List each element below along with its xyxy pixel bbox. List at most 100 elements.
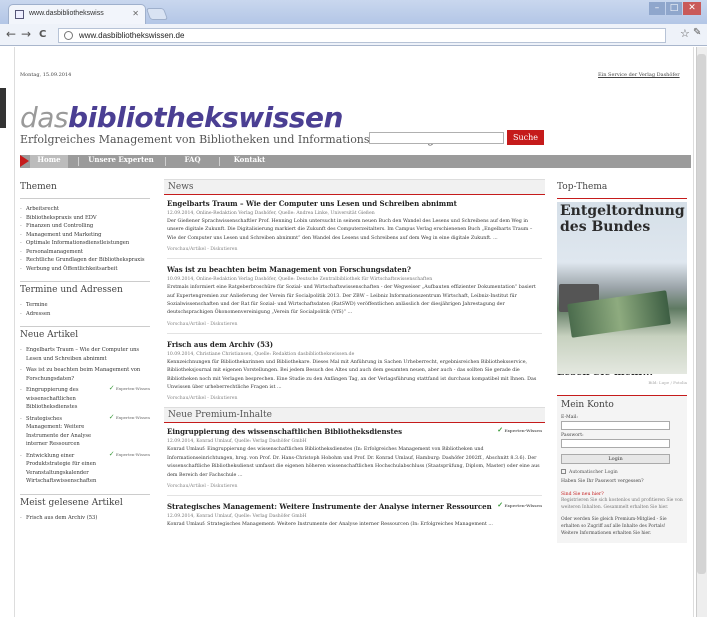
maximize-icon[interactable]: □: [666, 2, 682, 15]
themen-link[interactable]: Werbung und Öffentlichkeitsarbeit: [20, 265, 150, 274]
news-article: Was ist zu beachten beim Management von …: [164, 261, 545, 334]
meist-gelesen-link[interactable]: Frisch aus dem Archiv (53): [20, 514, 150, 523]
right-sidebar: Top-Thema Entgeltordnung des Bundes Lese…: [557, 179, 687, 543]
check-icon: ✓: [497, 500, 504, 510]
email-label: E-Mail:: [561, 415, 578, 420]
news-heading: News: [164, 179, 545, 194]
date-text: Montag, 15.09.2014: [20, 72, 72, 78]
scrollbar-thumb[interactable]: [697, 54, 706, 574]
minimize-icon[interactable]: –: [649, 2, 665, 15]
article-teaser: Konrad Umlauf: Eingruppierung des wissen…: [167, 447, 540, 478]
search-input[interactable]: [369, 132, 504, 144]
neue-artikel-heading: Neue Artikel: [20, 330, 79, 340]
browser-tab[interactable]: www.dasbibliothekswiss ✕: [8, 4, 146, 24]
premium-article: Eingruppierung des wissenschaftlichen Bi…: [164, 423, 545, 497]
themen-link[interactable]: Optimale Informationsdienstleistungen: [20, 239, 150, 248]
premium-article-title[interactable]: Strategisches Management: Weitere Instru…: [167, 500, 542, 511]
article-meta: 12.09.2014, Konrad Umlauf, Quelle: Verla…: [167, 439, 307, 445]
service-link[interactable]: Ein Service der Verlag Dashöfer: [598, 72, 680, 79]
forgot-password-link[interactable]: Haben Sie Ihr Passwort vergessen?: [561, 479, 683, 484]
url-field[interactable]: www.dasbibliothekswissen.de: [58, 28, 666, 43]
experten-badge: ✓ Experten-Wissen: [108, 449, 150, 458]
article-meta: 12.09.2014, Online-Redaktion Verlag Dash…: [167, 211, 375, 216]
logo-prefix: das: [20, 101, 69, 134]
experten-badge: ✓ Experten-Wissen: [497, 500, 542, 510]
article-more-link[interactable]: Vorschau/Artikel - Diskutieren: [167, 396, 542, 401]
themen-link[interactable]: Finanzen und Controlling: [20, 222, 150, 231]
globe-icon: [64, 31, 73, 40]
themen-link[interactable]: Personalmanagement: [20, 248, 150, 257]
neue-artikel-link[interactable]: Was ist zu beachten beim Management von …: [20, 366, 150, 383]
nav-kontakt[interactable]: Kontakt: [222, 155, 277, 168]
premium-member-text: Oder werden Sie gleich Premium-Mitglied …: [561, 517, 667, 536]
wrench-icon[interactable]: ✎: [693, 27, 701, 38]
news-article: Engelbarts Traum – Wie der Computer uns …: [164, 195, 545, 260]
window-edge-marker: [0, 88, 6, 128]
experten-badge: ✓ Experten-Wissen: [108, 384, 150, 392]
article-title[interactable]: Engelbarts Traum – Wie der Computer uns …: [167, 199, 542, 208]
themen-link[interactable]: Bibliothekspraxis und EDV: [20, 214, 150, 223]
tab-title: www.dasbibliothekswiss: [29, 10, 104, 17]
close-window-icon[interactable]: ✕: [683, 2, 701, 15]
new-tab-button[interactable]: [145, 8, 169, 20]
themen-heading: Themen: [20, 182, 57, 192]
nav-arrow-icon: [20, 155, 29, 167]
article-meta: 12.09.2014, Konrad Umlauf, Quelle: Verla…: [167, 514, 307, 520]
reload-icon[interactable]: C: [39, 29, 46, 40]
article-title[interactable]: Frisch aus dem Archiv (53): [167, 340, 542, 349]
forward-icon[interactable]: →: [21, 27, 31, 41]
premium-article-title[interactable]: Eingruppierung des wissenschaftlichen Bi…: [167, 425, 542, 436]
termine-link[interactable]: Termine: [20, 301, 150, 310]
email-field[interactable]: [561, 421, 670, 430]
termine-link[interactable]: Adressen: [20, 310, 150, 319]
window-controls: – □ ✕: [649, 2, 701, 15]
termine-heading: Termine und Adressen: [20, 285, 123, 295]
themen-link[interactable]: Arbeitsrecht: [20, 205, 150, 214]
auto-login-checkbox[interactable]: Automatischer Login: [561, 469, 683, 475]
close-tab-icon[interactable]: ✕: [132, 9, 139, 18]
article-more-link[interactable]: Vorschau/Artikel - Diskutieren: [167, 322, 542, 327]
experten-badge: ✓ Experten-Wissen: [497, 425, 542, 435]
password-label: Passwort:: [561, 433, 584, 438]
article-teaser: Erstmals informiert eine Ratgeberbroschü…: [167, 285, 536, 316]
password-field[interactable]: [561, 439, 670, 448]
article-title[interactable]: Was ist zu beachten beim Management von …: [167, 265, 542, 274]
login-button[interactable]: Login: [561, 454, 670, 464]
nav-faq[interactable]: FAQ: [170, 155, 215, 168]
neue-artikel-link[interactable]: Engelbarts Traum – Wie der Computer uns …: [20, 346, 150, 363]
topthema-headline: Entgeltordnung des Bundes: [560, 203, 685, 235]
article-more-link[interactable]: Vorschau/Artikel - Diskutieren: [167, 484, 542, 489]
article-teaser: Konrad Umlauf: Strategisches Management:…: [167, 522, 493, 528]
konto-heading: Mein Konto: [561, 400, 614, 410]
logo-main: bibliothekswissen: [68, 101, 343, 134]
check-icon: ✓: [108, 449, 115, 458]
experten-badge: ✓ Experten-Wissen: [108, 412, 150, 421]
check-icon: ✓: [108, 384, 115, 392]
meist-gelesen-heading: Meist gelesene Artikel: [20, 497, 123, 508]
nav-home[interactable]: Home: [30, 155, 68, 168]
bookmark-star-icon[interactable]: ☆: [680, 27, 690, 40]
site-logo[interactable]: dasbibliothekswissen: [20, 104, 343, 132]
themen-link[interactable]: Management und Marketing: [20, 231, 150, 240]
news-article: Frisch aus dem Archiv (53) 10.09.2014, C…: [164, 336, 545, 402]
main-content: News Engelbarts Traum – Wie der Computer…: [164, 179, 545, 530]
back-icon[interactable]: ←: [6, 27, 16, 41]
search-button[interactable]: Suche: [507, 130, 544, 145]
article-teaser: Kennzeichnungen für Bibliothekarinnen un…: [167, 359, 537, 391]
topthema-heading: Top-Thema: [557, 182, 608, 192]
check-icon: ✓: [108, 412, 115, 421]
article-meta: 10.09.2014, Online-Redaktion Verlag Dash…: [167, 277, 433, 283]
nav-experten[interactable]: Unsere Experten: [82, 155, 160, 168]
url-text: www.dasbibliothekswissen.de: [79, 31, 185, 40]
image-credit: Bild: Lupe / Fotolia: [648, 380, 687, 385]
article-teaser: Der Gießener Sprachwissenschaftler Prof.…: [167, 219, 533, 241]
favicon-icon: [15, 10, 24, 19]
premium-heading: Neue Premium-Inhalte: [164, 407, 545, 423]
article-meta: 10.09.2014, Christiane Christiansen, Que…: [167, 351, 355, 357]
article-more-link[interactable]: Vorschau/Artikel - Diskutieren: [167, 247, 542, 252]
topthema-image[interactable]: Entgeltordnung des Bundes: [557, 202, 687, 374]
left-sidebar: Themen Arbeitsrecht Bibliothekspraxis un…: [20, 179, 150, 530]
checkbox-icon[interactable]: [561, 469, 566, 474]
themen-link[interactable]: Rechtliche Grundlagen der Bibliothekspra…: [20, 256, 150, 265]
account-box: Mein Konto E-Mail: Passwort: Login Autom…: [557, 395, 687, 543]
